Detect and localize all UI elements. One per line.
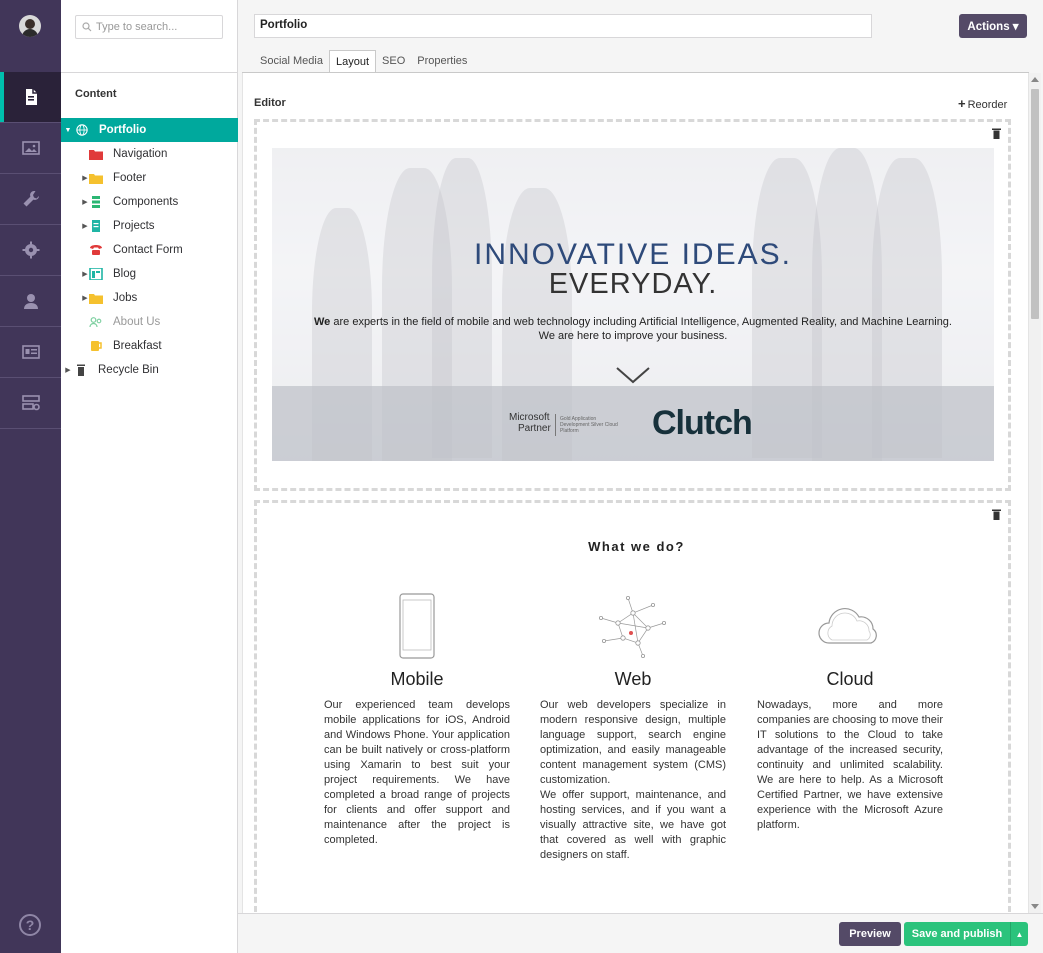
tree-node-footer[interactable]: ▶ Footer xyxy=(61,166,238,190)
main-editor: Portfolio Actions ▾ Social Media Layout … xyxy=(238,0,1043,953)
cloud-icon xyxy=(818,608,877,644)
tree-node-breakfast[interactable]: Breakfast xyxy=(61,334,238,358)
preview-button[interactable]: Preview xyxy=(839,922,901,946)
tree-node-navigation[interactable]: Navigation xyxy=(61,142,238,166)
hero-title-line1: INNOVATIVE IDEAS. xyxy=(474,238,792,271)
cup-icon xyxy=(91,341,102,351)
globe-icon xyxy=(76,124,88,136)
tree-node-components[interactable]: ▶ Components xyxy=(61,190,238,214)
caret-right-icon[interactable]: ▶ xyxy=(81,174,89,182)
people-icon xyxy=(89,317,102,328)
grid-editor: Editor + Reorder INNOVATIVE IDEAS. EVERYD… xyxy=(242,73,1029,913)
scroll-up-icon[interactable] xyxy=(1031,77,1039,82)
chevron-down-icon xyxy=(616,367,650,384)
nav-media[interactable] xyxy=(0,123,61,174)
caret-right-icon[interactable]: ▶ xyxy=(81,270,89,278)
clutch-logo: Clutch xyxy=(652,404,753,442)
service-web: Web Our web developers specialize in mod… xyxy=(540,593,726,863)
tree-node-jobs[interactable]: ▶ Jobs xyxy=(61,286,238,310)
tab-bar: Social Media Layout SEO Properties xyxy=(254,50,473,73)
wrench-icon xyxy=(23,191,39,207)
service-cloud: Cloud Nowadays, more and more companies … xyxy=(757,593,943,833)
reorder-button[interactable]: + Reorder xyxy=(958,96,1007,111)
tree-node-about-us[interactable]: About Us xyxy=(61,310,238,334)
caret-right-icon[interactable]: ▶ xyxy=(81,198,89,206)
hero-banner: INNOVATIVE IDEAS. EVERYDAY. We are exper… xyxy=(272,148,994,461)
service-title: Web xyxy=(614,669,652,689)
editor-label: Editor xyxy=(254,97,286,109)
microsoft-partner-logo: Microsoft Partner xyxy=(509,412,551,434)
user-icon xyxy=(23,294,38,309)
scrollbar[interactable] xyxy=(1029,73,1041,913)
document-icon xyxy=(92,220,100,232)
node-name-input[interactable]: Portfolio xyxy=(254,14,872,38)
nav-users[interactable] xyxy=(0,276,61,327)
search-icon xyxy=(82,22,92,32)
tree-node-recycle-bin[interactable]: ▶ Recycle Bin xyxy=(61,358,238,382)
tree-node-blog[interactable]: ▶ Blog xyxy=(61,262,238,286)
tree-heading: Content xyxy=(75,88,117,100)
plus-icon: + xyxy=(958,96,966,111)
tree-node-projects[interactable]: ▶ Projects xyxy=(61,214,238,238)
id-card-icon xyxy=(21,345,40,359)
tab-seo[interactable]: SEO xyxy=(376,50,411,73)
content-tree-panel: Type to search... Content ▼ Portfolio Na… xyxy=(61,0,238,953)
image-icon xyxy=(21,141,40,155)
nav-settings-tools[interactable] xyxy=(0,174,61,225)
actions-button[interactable]: Actions ▾ xyxy=(959,14,1027,38)
phone-outline-icon xyxy=(399,593,435,659)
nav-settings[interactable] xyxy=(0,225,61,276)
tree-node-portfolio[interactable]: ▼ Portfolio xyxy=(61,118,238,142)
folder-red-icon xyxy=(89,150,103,160)
folder-yellow-icon xyxy=(89,174,103,184)
service-title: Cloud xyxy=(826,669,874,689)
service-mobile: Mobile Our experienced team develops mob… xyxy=(324,593,510,848)
service-description: Our web developers specialize in modern … xyxy=(540,699,726,786)
help-icon[interactable]: ? xyxy=(19,914,41,936)
save-and-publish-button[interactable]: Save and publish xyxy=(904,922,1010,946)
bottom-bar: Preview Save and publish ▲ xyxy=(238,913,1043,953)
trash-icon xyxy=(77,364,85,376)
caret-right-icon[interactable]: ▶ xyxy=(81,294,89,302)
tree-node-contact-form[interactable]: Contact Form xyxy=(61,238,238,262)
nav-members[interactable] xyxy=(0,327,61,378)
service-title: Mobile xyxy=(390,669,444,689)
service-description: Nowadays, more and more companies are ch… xyxy=(757,699,943,831)
nav-content[interactable] xyxy=(0,72,61,123)
user-avatar[interactable] xyxy=(19,15,41,37)
layout-icon xyxy=(89,268,103,280)
partner-logos: Microsoft Partner Gold Application Develo… xyxy=(272,386,994,461)
search-input[interactable]: Type to search... xyxy=(75,15,223,39)
scrollbar-thumb[interactable] xyxy=(1031,89,1039,319)
tab-social-media[interactable]: Social Media xyxy=(254,50,329,73)
section-title: What we do? xyxy=(588,539,685,554)
trash-icon[interactable] xyxy=(992,128,1001,139)
hero-text: We are experts in the field of mobile an… xyxy=(314,316,952,342)
network-icon xyxy=(598,596,667,659)
service-description: We offer support, maintenance, and hosti… xyxy=(540,789,726,861)
scroll-down-icon[interactable] xyxy=(1031,904,1039,909)
caret-right-icon[interactable]: ▶ xyxy=(81,222,89,230)
phone-icon xyxy=(90,245,102,255)
divider xyxy=(61,72,238,73)
caret-down-icon[interactable]: ▼ xyxy=(64,127,72,134)
chevron-up-icon[interactable]: ▲ xyxy=(1010,922,1028,946)
folder-yellow-icon xyxy=(89,294,103,304)
tab-properties[interactable]: Properties xyxy=(411,50,473,73)
gear-icon xyxy=(22,241,39,259)
form-icon xyxy=(21,395,40,411)
trash-icon[interactable] xyxy=(992,509,1001,520)
caret-right-icon[interactable]: ▶ xyxy=(64,366,72,374)
list-icon xyxy=(92,196,100,208)
document-icon xyxy=(25,89,37,105)
hero-title-line2: EVERYDAY. xyxy=(548,268,718,300)
nav-forms[interactable] xyxy=(0,378,61,429)
tab-layout[interactable]: Layout xyxy=(328,50,377,73)
app-sidebar: ? xyxy=(0,0,61,953)
service-description: Our experienced team develops mobile app… xyxy=(324,699,510,846)
